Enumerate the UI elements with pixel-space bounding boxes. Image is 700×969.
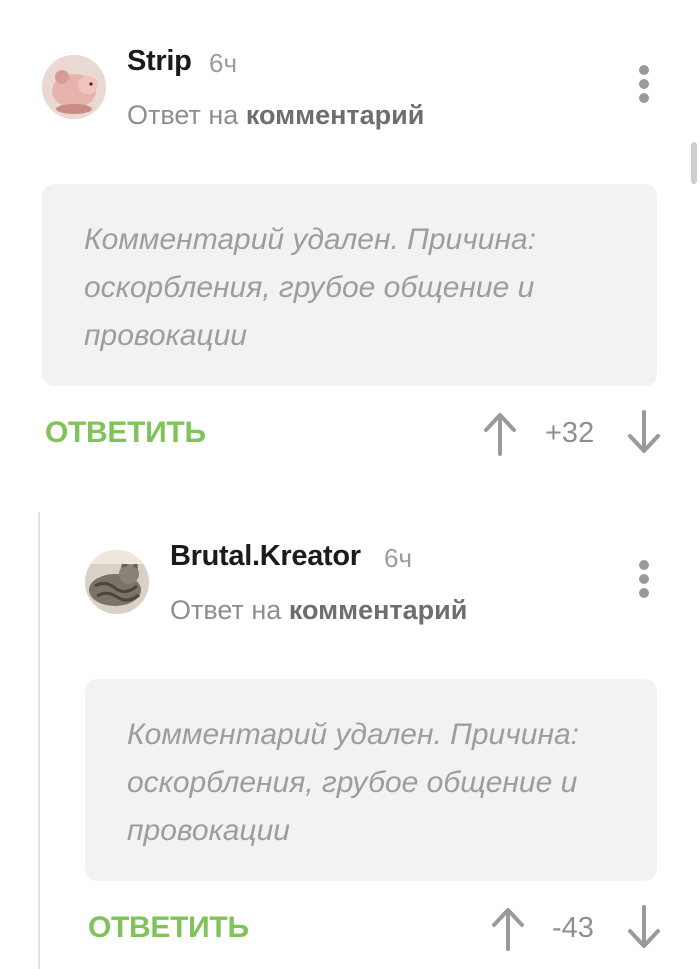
deleted-comment-text: Комментарий удален. Причина: оскорбления…: [84, 223, 536, 352]
comment: Strip 6ч Ответ на комментарий Комментари…: [0, 0, 700, 470]
arrow-up-icon[interactable]: [482, 410, 518, 456]
author-name[interactable]: Brutal.Kreator: [170, 540, 361, 573]
comment-time: 6ч: [384, 543, 413, 573]
arrow-down-icon[interactable]: [626, 410, 662, 456]
more-vertical-icon[interactable]: [634, 558, 654, 602]
reply-button[interactable]: ОТВЕТИТЬ: [45, 416, 206, 450]
deleted-comment-box: Комментарий удален. Причина: оскорбления…: [85, 679, 657, 881]
avatar[interactable]: [42, 55, 106, 119]
comments-page: Strip 6ч Ответ на комментарий Комментари…: [0, 0, 700, 969]
reply-target-link[interactable]: комментарий: [289, 595, 468, 625]
comment: Brutal.Kreator 6ч Ответ на комментарий К…: [0, 495, 700, 969]
comment-time: 6ч: [209, 48, 238, 78]
rating-value: +32: [545, 417, 595, 449]
reply-to-line: Ответ на комментарий: [127, 100, 424, 131]
arrow-down-icon[interactable]: [626, 905, 662, 951]
reply-prefix: Ответ на: [170, 595, 282, 625]
reply-to-line: Ответ на комментарий: [170, 595, 467, 626]
rating-value: -43: [552, 912, 594, 944]
hairless-rat-avatar-icon: [42, 55, 106, 119]
deleted-comment-box: Комментарий удален. Причина: оскорбления…: [42, 184, 657, 386]
reply-button[interactable]: ОТВЕТИТЬ: [88, 911, 249, 945]
more-vertical-icon[interactable]: [634, 63, 654, 107]
author-name[interactable]: Strip: [127, 45, 192, 78]
avatar[interactable]: [85, 550, 149, 614]
reply-target-link[interactable]: комментарий: [246, 100, 425, 130]
reply-prefix: Ответ на: [127, 100, 239, 130]
deleted-comment-text: Комментарий удален. Причина: оскорбления…: [127, 718, 579, 847]
arrow-up-icon[interactable]: [490, 905, 526, 951]
tabby-cat-avatar-icon: [85, 550, 149, 614]
